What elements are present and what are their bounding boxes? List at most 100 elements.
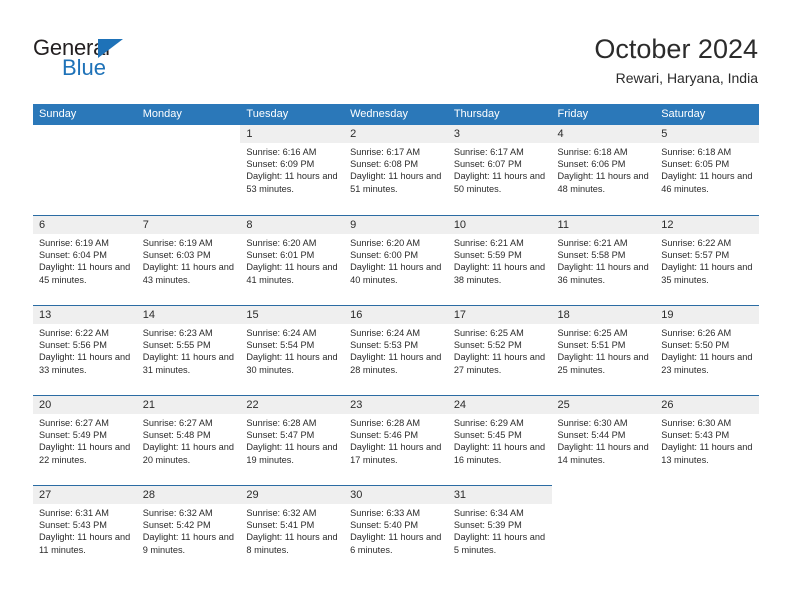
sunset-text: Sunset: 5:46 PM <box>350 430 419 441</box>
calendar-day-cell[interactable]: 12 Sunrise: 6:22 AM Sunset: 5:57 PM Dayligh… <box>655 215 759 305</box>
calendar-day-cell-empty <box>136 125 241 215</box>
calendar-day-cell[interactable]: 23 Sunrise: 6:28 AM Sunset: 5:46 PM Dayligh… <box>344 395 448 485</box>
calendar-day-cell-empty <box>655 485 759 575</box>
day-number: 12 <box>655 216 759 234</box>
day-number <box>33 125 137 143</box>
calendar-day-cell[interactable]: 14 Sunrise: 6:23 AM Sunset: 5:55 PM Dayligh… <box>136 305 241 395</box>
day-details: Sunrise: 6:25 AM Sunset: 5:51 PM Daylight:… <box>552 324 656 376</box>
sunrise-text: Sunrise: 6:22 AM <box>39 328 109 338</box>
calendar-day-cell[interactable]: 25 Sunrise: 6:30 AM Sunset: 5:44 PM Dayligh… <box>551 395 656 485</box>
sunset-text: Sunset: 5:43 PM <box>661 430 730 441</box>
calendar-day-cell[interactable]: 7 Sunrise: 6:19 AM Sunset: 6:03 PM Daylight… <box>136 215 241 305</box>
day-number: 7 <box>136 216 241 234</box>
calendar-day-cell[interactable]: 24 Sunrise: 6:29 AM Sunset: 5:45 PM Dayligh… <box>447 395 552 485</box>
daylight-text: Daylight: 11 hours and 14 minutes. <box>557 442 649 465</box>
calendar-day-cell[interactable]: 18 Sunrise: 6:25 AM Sunset: 5:51 PM Dayligh… <box>551 305 656 395</box>
daylight-text: Daylight: 11 hours and 20 minutes. <box>142 442 234 465</box>
sunrise-text: Sunrise: 6:27 AM <box>39 418 109 428</box>
calendar-day-cell[interactable]: 3 Sunrise: 6:17 AM Sunset: 6:07 PM Daylight… <box>447 125 552 215</box>
calendar-day-cell[interactable]: 19 Sunrise: 6:26 AM Sunset: 5:50 PM Dayligh… <box>655 305 759 395</box>
sunrise-text: Sunrise: 6:27 AM <box>142 418 213 428</box>
calendar-day-cell[interactable]: 21 Sunrise: 6:27 AM Sunset: 5:48 PM Dayligh… <box>136 395 241 485</box>
daylight-text: Daylight: 11 hours and 6 minutes. <box>350 532 442 555</box>
sunrise-text: Sunrise: 6:20 AM <box>350 238 421 248</box>
sunset-text: Sunset: 5:40 PM <box>350 520 419 531</box>
calendar-day-cell[interactable]: 11 Sunrise: 6:21 AM Sunset: 5:58 PM Dayligh… <box>551 215 656 305</box>
day-number: 17 <box>447 306 552 324</box>
sunset-text: Sunset: 5:55 PM <box>142 340 211 351</box>
sunset-text: Sunset: 6:00 PM <box>350 250 419 261</box>
daylight-text: Daylight: 11 hours and 13 minutes. <box>661 442 753 465</box>
day-number: 4 <box>551 125 656 143</box>
calendar-week-row: 13 Sunrise: 6:22 AM Sunset: 5:56 PM Dayligh… <box>33 305 759 395</box>
day-number: 24 <box>447 396 552 414</box>
calendar-day-cell[interactable]: 15 Sunrise: 6:24 AM Sunset: 5:54 PM Dayligh… <box>240 305 345 395</box>
sunset-text: Sunset: 6:07 PM <box>453 159 522 170</box>
daylight-text: Daylight: 11 hours and 46 minutes. <box>661 171 753 194</box>
day-number: 31 <box>447 486 552 504</box>
daylight-text: Daylight: 11 hours and 51 minutes. <box>350 171 442 194</box>
sunset-text: Sunset: 5:44 PM <box>557 430 626 441</box>
sunrise-text: Sunrise: 6:20 AM <box>246 238 317 248</box>
calendar-day-cell[interactable]: 13 Sunrise: 6:22 AM Sunset: 5:56 PM Dayligh… <box>33 305 137 395</box>
sunset-text: Sunset: 5:57 PM <box>661 250 730 261</box>
calendar-day-cell[interactable]: 26 Sunrise: 6:30 AM Sunset: 5:43 PM Dayligh… <box>655 395 759 485</box>
calendar-weeks: 1 Sunrise: 6:16 AM Sunset: 6:09 PM Daylight… <box>33 125 759 575</box>
sunrise-text: Sunrise: 6:30 AM <box>661 418 732 428</box>
daylight-text: Daylight: 11 hours and 43 minutes. <box>142 262 234 285</box>
calendar-day-cell[interactable]: 8 Sunrise: 6:20 AM Sunset: 6:01 PM Daylight… <box>240 215 345 305</box>
calendar-day-cell[interactable]: 29 Sunrise: 6:32 AM Sunset: 5:41 PM Dayligh… <box>240 485 345 575</box>
day-details: Sunrise: 6:32 AM Sunset: 5:42 PM Daylight:… <box>137 504 241 556</box>
day-details: Sunrise: 6:29 AM Sunset: 5:45 PM Daylight:… <box>448 414 552 466</box>
day-details: Sunrise: 6:26 AM Sunset: 5:50 PM Daylight:… <box>655 324 759 376</box>
calendar-day-cell[interactable]: 1 Sunrise: 6:16 AM Sunset: 6:09 PM Daylight… <box>240 125 345 215</box>
sunrise-text: Sunrise: 6:28 AM <box>246 418 317 428</box>
calendar-day-cell[interactable]: 6 Sunrise: 6:19 AM Sunset: 6:04 PM Daylight… <box>33 215 137 305</box>
calendar-day-cell[interactable]: 28 Sunrise: 6:32 AM Sunset: 5:42 PM Dayligh… <box>136 485 241 575</box>
calendar-day-cell[interactable]: 10 Sunrise: 6:21 AM Sunset: 5:59 PM Dayligh… <box>447 215 552 305</box>
calendar-day-cell[interactable]: 9 Sunrise: 6:20 AM Sunset: 6:00 PM Daylight… <box>344 215 448 305</box>
day-number: 16 <box>344 306 448 324</box>
sunset-text: Sunset: 6:03 PM <box>142 250 211 261</box>
day-details: Sunrise: 6:18 AM Sunset: 6:05 PM Daylight:… <box>655 143 759 195</box>
calendar-day-cell[interactable]: 22 Sunrise: 6:28 AM Sunset: 5:47 PM Dayligh… <box>240 395 345 485</box>
day-details: Sunrise: 6:19 AM Sunset: 6:04 PM Daylight:… <box>33 234 137 286</box>
day-number: 11 <box>551 216 656 234</box>
calendar-day-cell[interactable]: 5 Sunrise: 6:18 AM Sunset: 6:05 PM Daylight… <box>655 125 759 215</box>
sunset-text: Sunset: 5:49 PM <box>39 430 107 441</box>
calendar-day-cell[interactable]: 31 Sunrise: 6:34 AM Sunset: 5:39 PM Dayligh… <box>447 485 552 575</box>
calendar-day-cell[interactable]: 17 Sunrise: 6:25 AM Sunset: 5:52 PM Dayligh… <box>447 305 552 395</box>
day-number: 1 <box>240 125 345 143</box>
day-number: 29 <box>240 486 345 504</box>
calendar-week-row: 6 Sunrise: 6:19 AM Sunset: 6:04 PM Daylight… <box>33 215 759 305</box>
calendar-day-cell[interactable]: 4 Sunrise: 6:18 AM Sunset: 6:06 PM Daylight… <box>551 125 656 215</box>
sunrise-text: Sunrise: 6:21 AM <box>557 238 628 248</box>
daylight-text: Daylight: 11 hours and 31 minutes. <box>142 352 234 375</box>
sunrise-text: Sunrise: 6:19 AM <box>142 238 213 248</box>
weekday-header-friday: Friday <box>557 108 589 120</box>
title-block: October 2024 Rewari, Haryana, India <box>594 33 758 87</box>
general-blue-logo[interactable]: General Blue <box>33 36 163 82</box>
sunrise-text: Sunrise: 6:29 AM <box>453 418 524 428</box>
daylight-text: Daylight: 11 hours and 28 minutes. <box>350 352 442 375</box>
daylight-text: Daylight: 11 hours and 8 minutes. <box>246 532 338 555</box>
sunrise-text: Sunrise: 6:17 AM <box>350 147 421 157</box>
calendar-day-cell[interactable]: 2 Sunrise: 6:17 AM Sunset: 6:08 PM Daylight… <box>344 125 448 215</box>
sunrise-text: Sunrise: 6:22 AM <box>661 238 732 248</box>
sunset-text: Sunset: 5:59 PM <box>453 250 522 261</box>
sunset-text: Sunset: 6:09 PM <box>246 159 315 170</box>
daylight-text: Daylight: 11 hours and 25 minutes. <box>557 352 649 375</box>
daylight-text: Daylight: 11 hours and 23 minutes. <box>661 352 753 375</box>
sunrise-text: Sunrise: 6:21 AM <box>453 238 524 248</box>
calendar-day-cell[interactable]: 20 Sunrise: 6:27 AM Sunset: 5:49 PM Dayligh… <box>33 395 137 485</box>
calendar-day-cell[interactable]: 30 Sunrise: 6:33 AM Sunset: 5:40 PM Dayligh… <box>344 485 448 575</box>
day-number: 13 <box>33 306 137 324</box>
sunrise-text: Sunrise: 6:30 AM <box>557 418 628 428</box>
day-number: 14 <box>136 306 241 324</box>
calendar-day-cell[interactable]: 27 Sunrise: 6:31 AM Sunset: 5:43 PM Dayligh… <box>33 485 137 575</box>
day-number: 6 <box>33 216 137 234</box>
day-details: Sunrise: 6:18 AM Sunset: 6:06 PM Daylight:… <box>552 143 656 195</box>
calendar-day-cell[interactable]: 16 Sunrise: 6:24 AM Sunset: 5:53 PM Dayligh… <box>344 305 448 395</box>
sunrise-text: Sunrise: 6:24 AM <box>246 328 317 338</box>
daylight-text: Daylight: 11 hours and 5 minutes. <box>453 532 546 555</box>
